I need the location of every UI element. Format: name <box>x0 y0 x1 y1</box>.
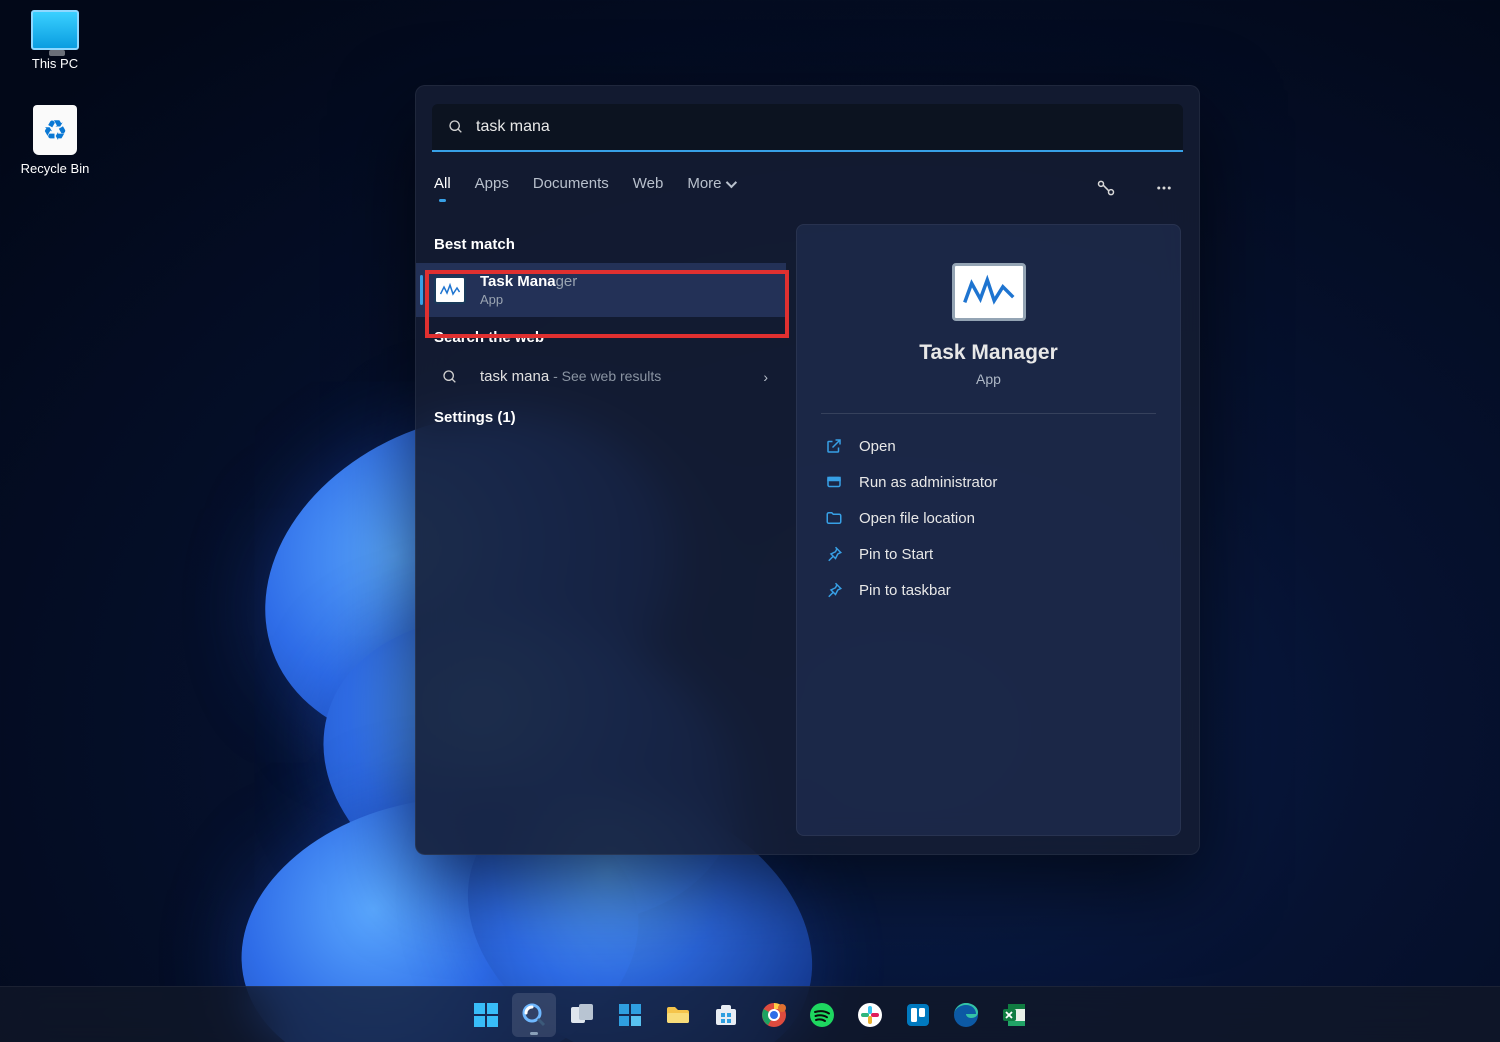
search-bar[interactable] <box>432 104 1183 152</box>
search-icon <box>442 369 458 385</box>
chrome-icon <box>760 1001 788 1029</box>
result-web-search[interactable]: task mana - See web results › <box>416 356 786 397</box>
search-options-button[interactable] <box>1147 170 1181 206</box>
preview-title: Task Manager <box>821 341 1156 365</box>
section-header-search-web: Search the web <box>416 317 786 356</box>
preview-subtitle: App <box>821 371 1156 387</box>
devices-icon <box>1096 178 1116 198</box>
widgets-button[interactable] <box>608 993 652 1037</box>
this-pc-icon <box>31 10 79 50</box>
search-icon <box>448 119 464 135</box>
web-result-text: task mana - See web results <box>480 368 749 385</box>
section-header-best-match: Best match <box>416 224 786 263</box>
search-button[interactable] <box>512 993 556 1037</box>
task-view-icon <box>568 1001 596 1029</box>
taskbar <box>0 986 1500 1042</box>
recycle-bin-icon: ♻ <box>33 105 77 155</box>
chrome-button[interactable] <box>752 993 796 1037</box>
open-icon <box>825 437 843 455</box>
tab-documents[interactable]: Documents <box>533 175 609 202</box>
windows-icon <box>472 1001 500 1029</box>
search-results-list: Best match Task Manager App Search the w… <box>416 206 786 854</box>
task-manager-icon <box>952 263 1026 321</box>
more-icon <box>1155 179 1173 197</box>
desktop-icon-recycle-bin[interactable]: ♻ Recycle Bin <box>10 105 100 176</box>
tab-more[interactable]: More <box>687 175 733 202</box>
trello-button[interactable] <box>896 993 940 1037</box>
spotify-icon <box>808 1001 836 1029</box>
divider <box>821 413 1156 414</box>
pin-icon <box>825 545 843 563</box>
slack-icon <box>856 1001 884 1029</box>
action-label: Open file location <box>859 510 975 527</box>
task-view-button[interactable] <box>560 993 604 1037</box>
shield-icon <box>825 473 843 491</box>
section-header-settings: Settings (1) <box>416 397 786 436</box>
result-preview-card: Task Manager App Open Run as administrat… <box>796 224 1181 836</box>
result-best-match-task-manager[interactable]: Task Manager App <box>416 263 786 317</box>
microsoft-store-button[interactable] <box>704 993 748 1037</box>
desktop-icon-this-pc[interactable]: This PC <box>10 10 100 71</box>
desktop-icon-label: Recycle Bin <box>10 161 100 176</box>
chevron-down-icon <box>725 176 736 187</box>
tab-all[interactable]: All <box>434 175 451 202</box>
tab-web[interactable]: Web <box>633 175 664 202</box>
widgets-icon <box>616 1001 644 1029</box>
action-open-file-location[interactable]: Open file location <box>821 500 1156 536</box>
search-across-devices-button[interactable] <box>1089 170 1123 206</box>
action-open[interactable]: Open <box>821 428 1156 464</box>
search-icon <box>520 1001 548 1029</box>
task-manager-icon <box>434 276 466 304</box>
result-title: Task Manager <box>480 273 577 290</box>
pin-icon <box>825 581 843 599</box>
file-explorer-button[interactable] <box>656 993 700 1037</box>
action-label: Open <box>859 438 896 455</box>
desktop-icon-label: This PC <box>10 56 100 71</box>
excel-button[interactable] <box>992 993 1036 1037</box>
tab-apps[interactable]: Apps <box>475 175 509 202</box>
action-pin-to-taskbar[interactable]: Pin to taskbar <box>821 572 1156 608</box>
start-button[interactable] <box>464 993 508 1037</box>
action-pin-to-start[interactable]: Pin to Start <box>821 536 1156 572</box>
folder-icon <box>825 509 843 527</box>
action-label: Pin to taskbar <box>859 582 951 599</box>
store-icon <box>712 1001 740 1029</box>
action-label: Run as administrator <box>859 474 997 491</box>
start-search-panel: All Apps Documents Web More Best match <box>415 85 1200 855</box>
excel-icon <box>1000 1001 1028 1029</box>
tab-more-label: More <box>687 175 721 192</box>
search-input[interactable] <box>476 118 1167 136</box>
slack-button[interactable] <box>848 993 892 1037</box>
folder-icon <box>664 1001 692 1029</box>
result-subtitle: App <box>480 292 577 307</box>
chevron-right-icon: › <box>763 369 768 385</box>
action-run-as-administrator[interactable]: Run as administrator <box>821 464 1156 500</box>
spotify-button[interactable] <box>800 993 844 1037</box>
edge-button[interactable] <box>944 993 988 1037</box>
edge-icon <box>952 1001 980 1029</box>
trello-icon <box>904 1001 932 1029</box>
action-label: Pin to Start <box>859 546 933 563</box>
search-filter-tabs: All Apps Documents Web More <box>416 152 1199 206</box>
